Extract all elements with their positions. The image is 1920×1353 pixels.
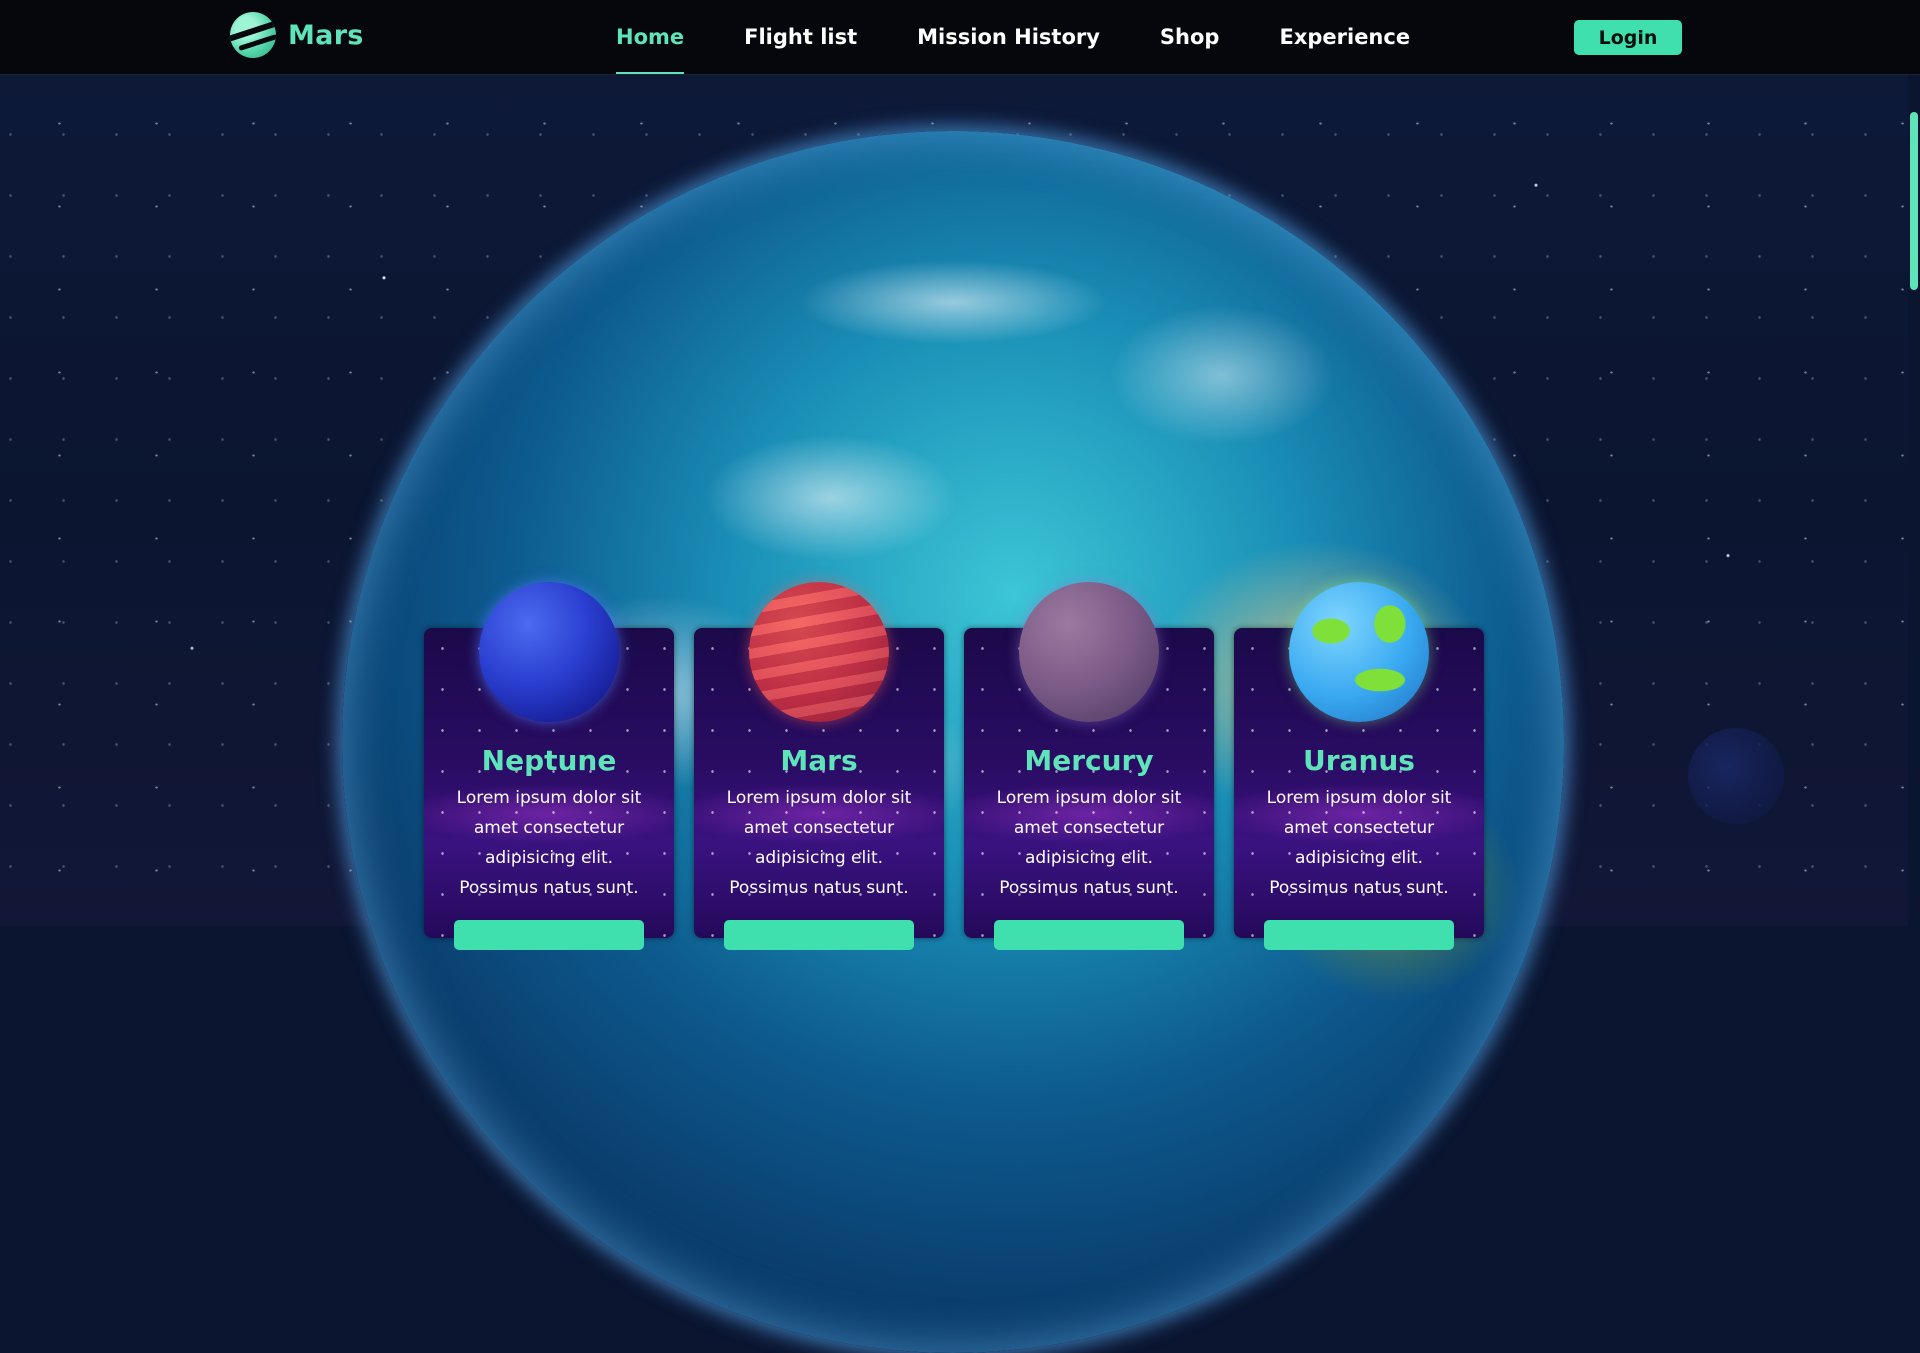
neptune-planet-icon xyxy=(479,582,619,722)
planet-logo-icon xyxy=(230,12,276,58)
planet-card-mars[interactable]: Mars Lorem ipsum dolor sit amet consecte… xyxy=(694,582,944,950)
card-button[interactable] xyxy=(1264,920,1454,950)
card-description: Lorem ipsum dolor sit amet consectetur a… xyxy=(456,788,642,898)
nav-item-home[interactable]: Home xyxy=(616,0,685,74)
card-description: Lorem ipsum dolor sit amet consectetur a… xyxy=(726,788,912,898)
card-description: Lorem ipsum dolor sit amet consectetur a… xyxy=(1266,788,1452,898)
nav-item-flight-list[interactable]: Flight list xyxy=(744,0,857,74)
distant-planet xyxy=(1688,728,1784,824)
card-title: Mercury xyxy=(1024,744,1154,777)
planet-card-uranus[interactable]: Uranus Lorem ipsum dolor sit amet consec… xyxy=(1234,582,1484,950)
scrollbar-thumb[interactable] xyxy=(1910,112,1918,290)
card-description: Lorem ipsum dolor sit amet consectetur a… xyxy=(996,788,1182,898)
card-title: Uranus xyxy=(1303,744,1415,777)
brand[interactable]: Mars xyxy=(230,12,364,58)
main-nav: Home Flight list Mission History Shop Ex… xyxy=(616,0,1470,74)
navbar: Mars Home Flight list Mission History Sh… xyxy=(0,0,1920,75)
mars-planet-icon xyxy=(749,582,889,722)
card-title: Mars xyxy=(780,744,858,777)
mercury-planet-icon xyxy=(1019,582,1159,722)
login-button[interactable]: Login xyxy=(1574,20,1682,55)
planet-cards: Neptune Lorem ipsum dolor sit amet conse… xyxy=(424,582,1484,950)
nav-item-experience[interactable]: Experience xyxy=(1279,0,1410,74)
card-button[interactable] xyxy=(994,920,1184,950)
scrollbar[interactable] xyxy=(1908,74,1920,926)
nav-item-mission-history[interactable]: Mission History xyxy=(917,0,1100,74)
card-title: Neptune xyxy=(481,744,617,777)
brand-name: Mars xyxy=(288,19,364,51)
card-button[interactable] xyxy=(454,920,644,950)
planet-card-neptune[interactable]: Neptune Lorem ipsum dolor sit amet conse… xyxy=(424,582,674,950)
nav-item-shop[interactable]: Shop xyxy=(1160,0,1220,74)
uranus-planet-icon xyxy=(1289,582,1429,722)
planet-card-mercury[interactable]: Mercury Lorem ipsum dolor sit amet conse… xyxy=(964,582,1214,950)
card-button[interactable] xyxy=(724,920,914,950)
